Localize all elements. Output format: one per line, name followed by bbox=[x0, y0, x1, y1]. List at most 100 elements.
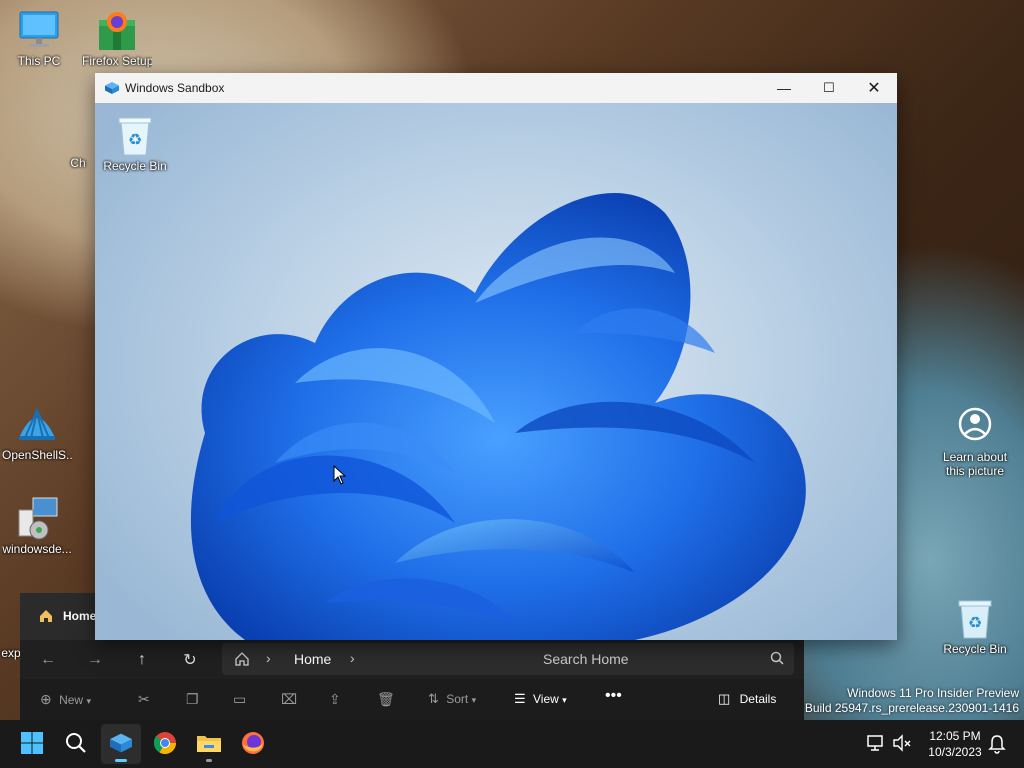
trash-icon: 🗑 bbox=[377, 691, 395, 707]
bloom-wallpaper bbox=[190, 193, 806, 640]
desktop-icon-label: Ch bbox=[70, 156, 86, 170]
desktop-icon-recycle-bin[interactable]: ♻ Recycle Bin bbox=[940, 596, 1010, 656]
chevron-right-icon: › bbox=[266, 650, 271, 666]
search-button[interactable] bbox=[56, 724, 96, 764]
system-clock[interactable]: 12:05 PM 10/3/2023 bbox=[918, 728, 992, 760]
forward-button[interactable]: → bbox=[75, 640, 115, 679]
desktop-icon-exp[interactable]: exp bbox=[0, 640, 22, 660]
maximize-icon: ☐ bbox=[823, 80, 835, 95]
watermark-line1: Windows 11 Pro Insider Preview bbox=[847, 686, 1019, 700]
folder-icon bbox=[196, 732, 222, 757]
close-icon: ✕ bbox=[867, 80, 881, 97]
up-button[interactable]: ↑ bbox=[122, 640, 162, 679]
sandbox-titlebar[interactable]: Windows Sandbox — ☐ ✕ bbox=[95, 73, 897, 103]
search-placeholder: Search Home bbox=[543, 651, 629, 667]
plus-circle-icon: ⊕ bbox=[40, 691, 52, 707]
view-button[interactable]: ☰ View ▾ bbox=[514, 691, 567, 707]
desktop-icon-label: exp bbox=[1, 646, 21, 660]
close-button[interactable]: ✕ bbox=[851, 73, 897, 103]
desktop-icon-ch[interactable]: Ch bbox=[58, 140, 98, 170]
sandbox-window: Windows Sandbox — ☐ ✕ ♻ Recycle Bin bbox=[95, 73, 897, 640]
explorer-tab-title: Home bbox=[63, 609, 97, 623]
sandbox-desktop[interactable]: ♻ Recycle Bin bbox=[95, 103, 897, 640]
desktop-icon-label: Recycle Bin bbox=[943, 642, 1007, 656]
details-button[interactable]: ◫ Details bbox=[718, 691, 776, 707]
taskbar-file-explorer[interactable] bbox=[189, 724, 229, 764]
network-icon[interactable] bbox=[866, 734, 886, 755]
sandbox-app-icon bbox=[104, 81, 120, 98]
arrow-left-icon: ← bbox=[40, 650, 56, 668]
explorer-command-bar: ⊕ New ▾ ✂ ❐ ▭ ⌧ ⇪ 🗑 ⇅ Sort ▾ ☰ View ▾ ••… bbox=[20, 679, 804, 720]
minimize-button[interactable]: — bbox=[761, 73, 807, 103]
share-icon: ⇪ bbox=[329, 691, 341, 707]
address-bar[interactable]: › Home › bbox=[222, 643, 538, 675]
arrow-up-icon: ↑ bbox=[138, 650, 146, 668]
search-icon bbox=[65, 732, 87, 757]
back-button[interactable]: ← bbox=[28, 640, 68, 679]
watermark-line2: y. Build 25947.rs_prerelease.230901-1416 bbox=[793, 701, 1019, 715]
recycle-bin-icon: ♻ bbox=[113, 113, 157, 157]
start-button[interactable] bbox=[12, 724, 52, 764]
desktop-icon-learn-about-picture[interactable]: Learn about this picture bbox=[937, 404, 1013, 478]
breadcrumb: Home bbox=[294, 651, 332, 667]
taskbar: 12:05 PM 10/3/2023 bbox=[0, 720, 1024, 768]
shell-icon bbox=[15, 402, 59, 446]
sandbox-app-icon bbox=[108, 732, 134, 757]
maximize-button[interactable]: ☐ bbox=[806, 73, 852, 103]
sort-icon: ⇅ bbox=[428, 691, 439, 706]
chrome-icon bbox=[153, 731, 177, 758]
clipboard-icon: ▭ bbox=[233, 691, 247, 707]
copy-button[interactable]: ❐ bbox=[186, 691, 199, 708]
firefox-icon bbox=[241, 731, 265, 758]
taskbar-chrome[interactable] bbox=[145, 724, 185, 764]
sort-label: Sort bbox=[446, 692, 469, 706]
share-button[interactable]: ⇪ bbox=[329, 691, 341, 708]
window-title: Windows Sandbox bbox=[125, 81, 225, 95]
desktop-icon-label: windowsde... bbox=[2, 542, 72, 556]
refresh-icon: ↻ bbox=[183, 651, 197, 669]
details-pane-icon: ◫ bbox=[718, 691, 731, 706]
svg-text:♻: ♻ bbox=[128, 130, 142, 149]
new-label: New bbox=[59, 693, 84, 707]
search-box[interactable]: Search Home bbox=[530, 643, 794, 675]
active-indicator bbox=[115, 759, 127, 762]
mouse-cursor-icon bbox=[333, 464, 347, 488]
paste-button[interactable]: ▭ bbox=[233, 691, 246, 708]
new-button[interactable]: ⊕ New ▾ bbox=[40, 691, 91, 708]
taskbar-firefox[interactable] bbox=[233, 724, 273, 764]
rename-button[interactable]: ⌧ bbox=[281, 691, 297, 708]
chevron-down-icon: ▾ bbox=[471, 695, 477, 705]
installer-computer-icon bbox=[15, 496, 59, 540]
learn-picture-icon bbox=[953, 404, 997, 448]
cut-button[interactable]: ✂ bbox=[138, 691, 150, 708]
sort-button[interactable]: ⇅ Sort ▾ bbox=[428, 691, 476, 707]
desktop-icon-this-pc[interactable]: This PC bbox=[4, 8, 74, 68]
delete-button[interactable]: 🗑 bbox=[377, 691, 395, 708]
clock-date: 10/3/2023 bbox=[928, 745, 982, 759]
desktop-icon-label: Firefox Setup bbox=[82, 54, 152, 68]
explorer-nav-row: ← → ↑ ↻ › Home › Search Home bbox=[20, 640, 804, 679]
chevron-right-icon: › bbox=[350, 650, 355, 666]
notification-bell-icon[interactable] bbox=[988, 734, 1006, 757]
explorer-tab[interactable]: Home bbox=[20, 593, 97, 640]
desktop-icon-firefox-setup[interactable]: Firefox Setup bbox=[82, 8, 152, 68]
chevron-down-icon: ▾ bbox=[562, 695, 567, 705]
recycle-bin-icon: ♻ bbox=[953, 596, 997, 640]
sandbox-icon-recycle-bin[interactable]: ♻ Recycle Bin bbox=[100, 113, 170, 173]
arrow-right-icon: → bbox=[87, 650, 103, 668]
desktop-icon-label: OpenShellS... bbox=[2, 448, 72, 462]
copy-icon: ❐ bbox=[186, 691, 199, 707]
desktop-icon-label: Learn about this picture bbox=[942, 450, 1008, 478]
desktop-icon-windowsde[interactable]: windowsde... bbox=[2, 496, 72, 556]
monitor-icon bbox=[17, 8, 61, 52]
taskbar-sandbox[interactable] bbox=[101, 724, 141, 764]
search-icon bbox=[770, 651, 784, 668]
installer-box-icon bbox=[95, 8, 139, 52]
home-outline-icon bbox=[234, 651, 250, 670]
home-icon bbox=[38, 608, 54, 627]
refresh-button[interactable]: ↻ bbox=[170, 640, 210, 679]
desktop-icon-label: Recycle Bin bbox=[103, 159, 167, 173]
desktop-icon-openshell[interactable]: OpenShellS... bbox=[2, 402, 72, 462]
more-options-button[interactable]: ••• bbox=[605, 687, 622, 705]
volume-muted-icon[interactable] bbox=[892, 734, 912, 755]
